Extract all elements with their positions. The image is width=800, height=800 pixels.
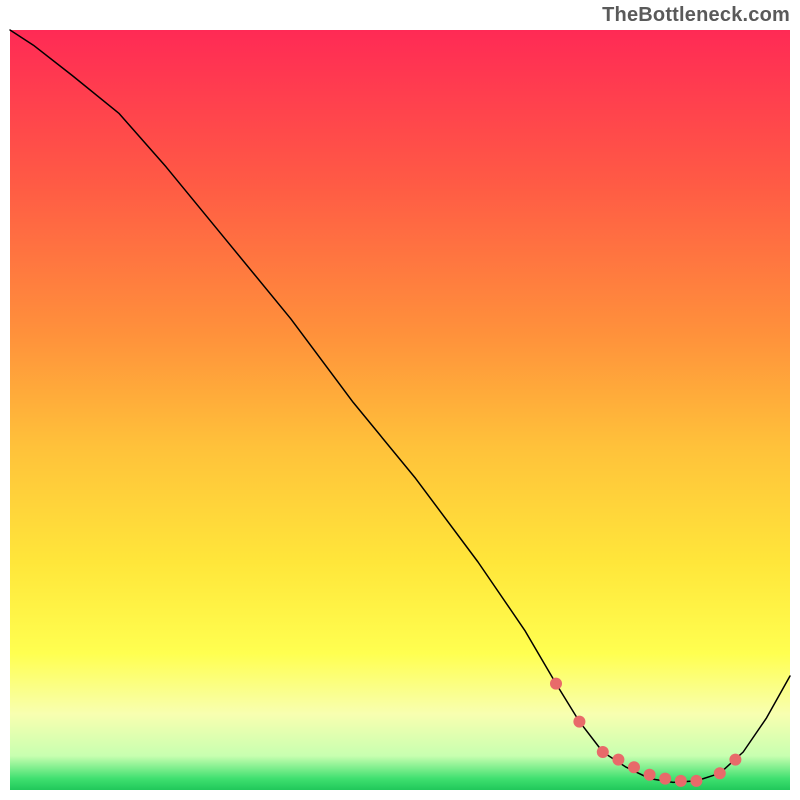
highlight-point bbox=[659, 773, 671, 785]
highlight-point bbox=[550, 678, 562, 690]
highlight-point bbox=[644, 769, 656, 781]
plot-background bbox=[10, 30, 790, 790]
highlight-point bbox=[675, 775, 687, 787]
highlight-point bbox=[714, 767, 726, 779]
highlight-point bbox=[573, 716, 585, 728]
bottleneck-chart bbox=[0, 0, 800, 800]
highlight-point bbox=[612, 754, 624, 766]
highlight-point bbox=[690, 775, 702, 787]
chart-stage: TheBottleneck.com bbox=[0, 0, 800, 800]
highlight-point bbox=[628, 761, 640, 773]
highlight-point bbox=[597, 746, 609, 758]
highlight-point bbox=[729, 754, 741, 766]
watermark-text: TheBottleneck.com bbox=[602, 4, 790, 27]
